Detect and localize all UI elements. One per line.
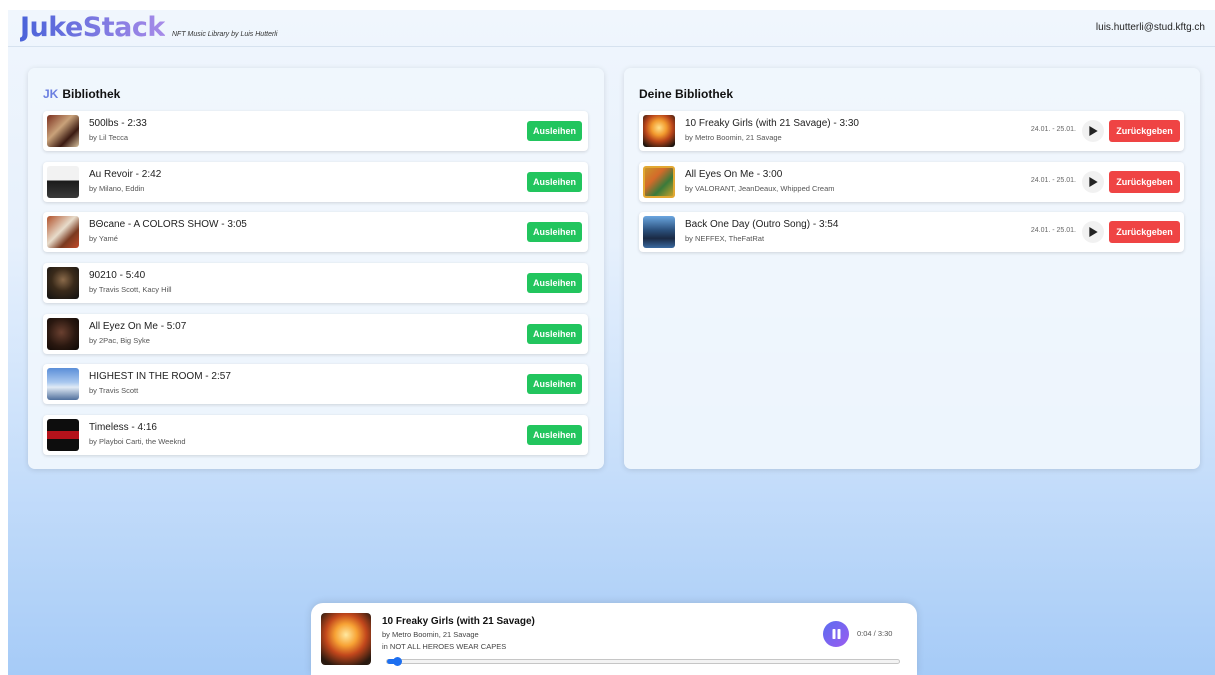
borrow-button[interactable]: Ausleihen [527,222,582,243]
track-title: HIGHEST IN THE ROOM - 2:57 [89,371,231,383]
rental-dates: 24.01. - 25.01. [1030,227,1076,235]
track-artist: by Milano, Eddin [89,183,145,193]
library-title-prefix: JK [43,87,59,101]
album-cover [643,216,675,249]
borrow-button[interactable]: Ausleihen [527,374,582,395]
my-library-track-list: 10 Freaky Girls (with 21 Savage) - 3:30 … [639,111,1184,263]
player-album-cover [321,613,371,665]
borrow-button[interactable]: Ausleihen [527,121,582,141]
logo[interactable]: JukeStack [20,12,165,43]
track-title: Back One Day (Outro Song) - 3:54 [685,219,839,231]
track-artist: by Lil Tecca [89,133,129,142]
track-artist: by Yamé [89,234,118,244]
progress-handle[interactable] [392,657,402,666]
header: JukeStack NFT Music Library by Luis Hutt… [8,10,1215,47]
library-track: All Eyez On Me - 5:07 by 2Pac, Big Syke … [43,313,588,354]
track-title: 10 Freaky Girls (with 21 Savage) - 3:30 [685,118,859,129]
player-track-album: in NOT ALL HEROES WEAR CAPES [382,642,507,651]
library-track-list: 500lbs - 2:33 by Lil Tecca Ausleihen Au … [43,111,588,466]
tagline: NFT Music Library by Luis Hutterli [172,31,278,38]
borrow-button[interactable]: Ausleihen [527,171,582,192]
track-title: Timeless - 4:16 [89,422,157,434]
play-button[interactable] [1082,170,1104,193]
library-track: Au Revoir - 2:42 by Milano, Eddin Auslei… [43,161,588,202]
album-cover [643,115,675,147]
track-title: Au Revoir - 2:42 [89,168,162,180]
album-cover [47,419,79,452]
music-player: 10 Freaky Girls (with 21 Savage) by Metr… [311,603,917,675]
player-time: 0:04 / 3:30 [857,629,893,638]
album-cover [47,317,79,350]
track-title: 500lbs - 2:33 [89,118,147,129]
return-button[interactable]: Zurückgeben [1109,120,1180,142]
track-title: 90210 - 5:40 [89,270,146,282]
library-track: 500lbs - 2:33 by Lil Tecca Ausleihen [43,111,588,151]
play-button[interactable] [1082,221,1104,244]
track-artist: by Metro Boomin, 21 Savage [685,133,782,142]
track-artist: by Travis Scott, Kacy Hill [89,285,172,295]
play-icon [1088,227,1098,238]
album-cover [47,267,79,300]
track-artist: by Travis Scott [89,386,139,396]
library-panel: JK Bibliothek 500lbs - 2:33 by Lil Tecca … [28,68,604,469]
borrow-button[interactable]: Ausleihen [527,323,582,344]
app: JukeStack NFT Music Library by Luis Hutt… [8,10,1215,675]
player-track-artist: by Metro Boomin, 21 Savage [382,630,479,639]
my-library-track: Back One Day (Outro Song) - 3:54 by NEFF… [639,212,1184,253]
album-cover [47,165,79,198]
track-artist: by NEFFEX, TheFatRat [685,234,765,244]
library-title-text: Bibliothek [62,87,121,101]
my-library-title: Deine Bibliothek [639,87,734,101]
track-artist: by VALORANT, JeanDeaux, Whipped Cream [685,183,835,193]
my-library-panel: Deine Bibliothek 10 Freaky Girls (with 2… [624,68,1200,469]
album-cover [47,368,79,401]
play-icon [1088,126,1098,136]
play-button[interactable] [1082,120,1104,142]
pause-icon [832,629,840,639]
borrow-button[interactable]: Ausleihen [527,425,582,446]
album-cover [47,115,79,147]
rental-dates: 24.01. - 25.01. [1030,126,1076,133]
pause-button[interactable] [823,621,849,647]
return-button[interactable]: Zurückgeben [1109,170,1180,193]
my-library-track: All Eyes On Me - 3:00 by VALORANT, JeanD… [639,161,1184,202]
my-library-track: 10 Freaky Girls (with 21 Savage) - 3:30 … [639,111,1184,151]
track-title: All Eyes On Me - 3:00 [685,168,783,180]
track-title: BΘcane - A COLORS SHOW - 3:05 [89,219,247,231]
track-artist: by 2Pac, Big Syke [89,335,150,345]
user-email[interactable]: luis.hutterli@stud.kftg.ch [1096,22,1205,33]
progress-slider[interactable] [386,657,900,666]
track-title: All Eyez On Me - 5:07 [89,320,187,332]
borrow-button[interactable]: Ausleihen [527,273,582,294]
library-track: HIGHEST IN THE ROOM - 2:57 by Travis Sco… [43,364,588,405]
library-track: BΘcane - A COLORS SHOW - 3:05 by Yamé Au… [43,212,588,253]
library-track: Timeless - 4:16 by Playboi Carti, the We… [43,415,588,456]
library-track: 90210 - 5:40 by Travis Scott, Kacy Hill … [43,263,588,304]
track-artist: by Playboi Carti, the Weeknd [89,437,186,447]
return-button[interactable]: Zurückgeben [1109,221,1180,244]
play-icon [1088,176,1098,187]
library-title: JK Bibliothek [43,87,120,101]
album-cover [643,165,675,198]
rental-dates: 24.01. - 25.01. [1030,176,1076,184]
player-track-title: 10 Freaky Girls (with 21 Savage) [382,616,535,627]
album-cover [47,216,79,249]
